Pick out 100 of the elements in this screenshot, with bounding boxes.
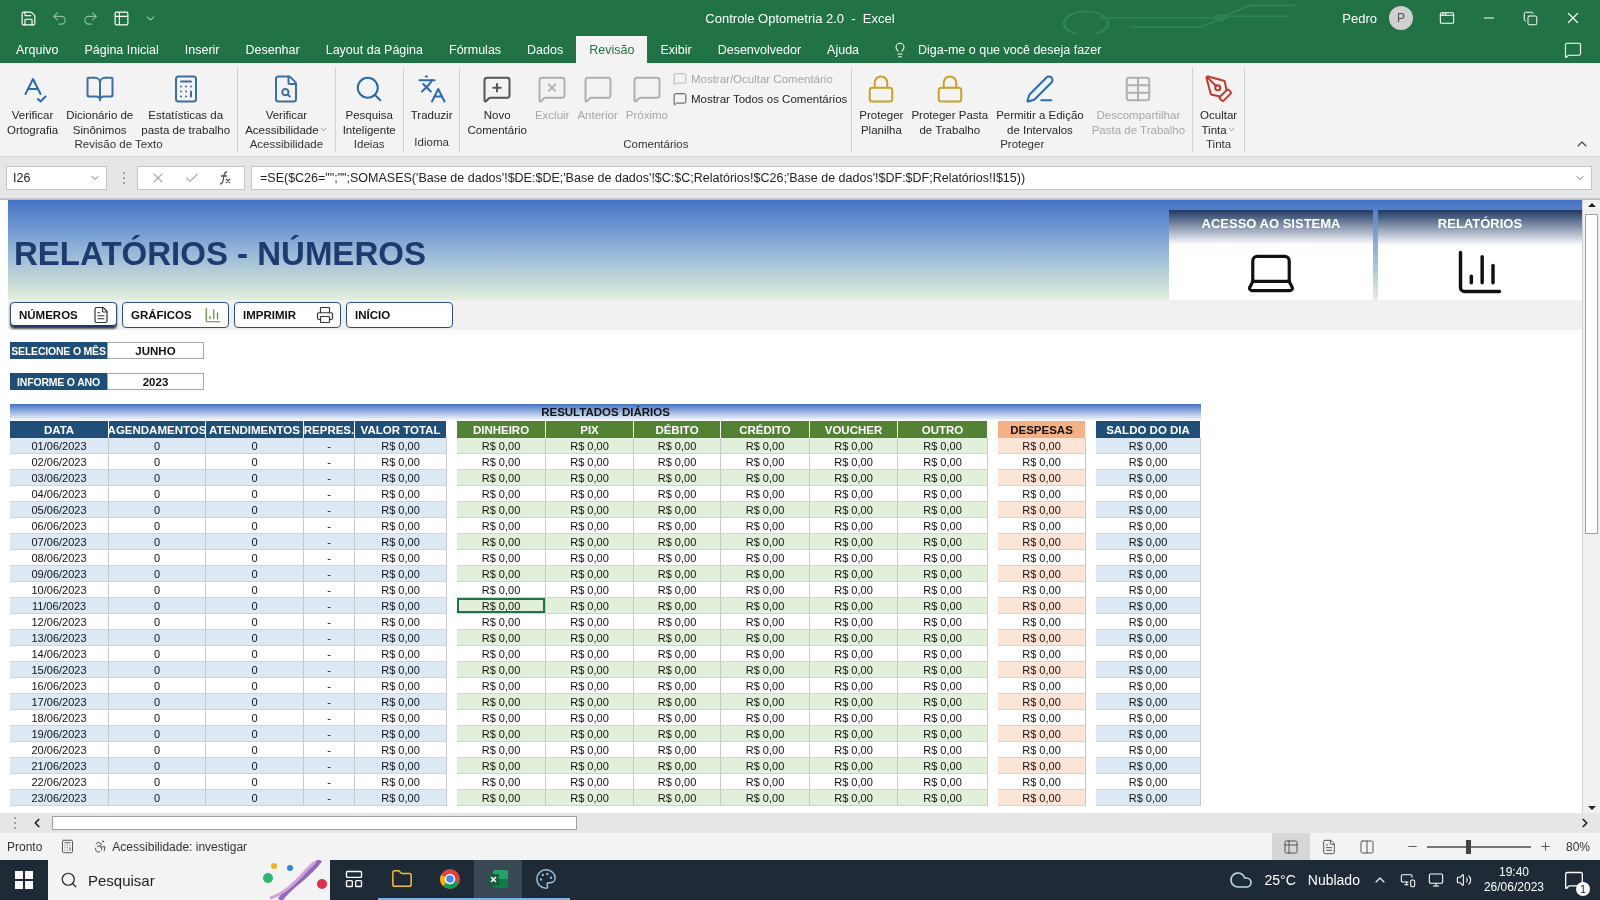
menu-tab[interactable]: Arquivo: [3, 36, 72, 63]
redo-icon[interactable]: [82, 9, 99, 27]
drag-handle-icon[interactable]: [121, 170, 127, 185]
folder-icon[interactable]: [391, 868, 413, 890]
search-icon[interactable]: [60, 871, 78, 889]
menu-tab[interactable]: Revisão: [576, 36, 648, 63]
ribbon-button[interactable]: Novo Comentário: [464, 70, 530, 138]
table-cell: R$ 0,00: [1096, 486, 1201, 502]
table-cell: R$ 0,00: [810, 454, 898, 470]
menu-tab[interactable]: Dados: [514, 36, 577, 63]
palette-icon[interactable]: [535, 868, 557, 890]
group-label: Comentários: [622, 138, 690, 152]
nav-button[interactable]: NÚMEROS: [10, 302, 117, 328]
drag-handle-icon[interactable]: [12, 816, 18, 830]
table-cell: -: [304, 710, 355, 726]
volume-icon[interactable]: [1455, 872, 1472, 888]
table-cell: 06/06/2023: [10, 518, 109, 534]
accessibility-status[interactable]: Acessibilidade: investigar: [112, 839, 248, 854]
normal-view-icon[interactable]: [1282, 838, 1299, 855]
table-cell: 0: [109, 774, 206, 790]
table-cell: -: [304, 790, 355, 806]
input-field[interactable]: JUNHO: [107, 342, 204, 359]
name-box[interactable]: I26: [6, 165, 107, 190]
restore-icon[interactable]: [1523, 10, 1538, 26]
clock-time[interactable]: 19:40: [1498, 865, 1529, 880]
menu-tab[interactable]: Desenhar: [232, 36, 313, 63]
tell-me-field[interactable]: Diga-me o que você deseja fazer: [918, 42, 1102, 57]
function-icon[interactable]: [218, 170, 232, 185]
table-cell: R$ 0,00: [898, 774, 988, 790]
scroll-thumb[interactable]: [52, 816, 577, 830]
device-icon[interactable]: [1399, 872, 1416, 888]
page-layout-icon[interactable]: [1320, 838, 1337, 855]
table-cell: 0: [206, 790, 304, 806]
ribbon-display-icon[interactable]: [1439, 10, 1455, 26]
nav-button[interactable]: GRÁFICOS: [122, 302, 229, 328]
ribbon-button[interactable]: Ocultar Tinta: [1197, 70, 1241, 138]
ribbon-button[interactable]: Verificar Ortografia: [4, 70, 62, 138]
windows-icon[interactable]: [15, 871, 33, 889]
table-cell: -: [304, 614, 355, 630]
comment-icon[interactable]: [1564, 40, 1582, 59]
temperature[interactable]: 25°C: [1264, 872, 1296, 888]
menu-tab[interactable]: Ajuda: [814, 36, 873, 63]
menu-tab[interactable]: Página Inicial: [71, 36, 172, 63]
table-cell: R$ 0,00: [998, 566, 1086, 582]
table-icon[interactable]: [113, 9, 130, 27]
table-cell: R$ 0,00: [634, 662, 721, 678]
ribbon-button[interactable]: Estatísticas da pasta de trabalho: [138, 70, 234, 138]
table-cell: 21/06/2023: [10, 758, 109, 774]
input-field[interactable]: 2023: [107, 373, 204, 390]
save-icon[interactable]: [20, 9, 37, 27]
search-field[interactable]: Pesquisar: [48, 860, 330, 900]
network-icon[interactable]: [1427, 872, 1444, 888]
column-header: REPRES.: [304, 421, 355, 438]
weather-condition[interactable]: Nublado: [1307, 872, 1360, 888]
nav-button[interactable]: IMPRIMIR: [234, 302, 341, 328]
zoom-thumb[interactable]: [1466, 839, 1472, 854]
table-cell: 13/06/2023: [10, 630, 109, 646]
table-cell: R$ 0,00: [355, 582, 447, 598]
browser-icon[interactable]: [439, 868, 461, 890]
zoom-in-icon[interactable]: [1538, 840, 1552, 853]
accessibility-icon[interactable]: [93, 839, 109, 854]
menu-tab[interactable]: Inserir: [171, 36, 233, 63]
nav-button[interactable]: INÍCIO: [346, 302, 453, 328]
formula-field[interactable]: =SE($C26="";"";SOMASES('Base de dados'!$DE:$DE;'Base de dados'!$C:$C;Relatórios!$C26;'Base de dados'!$DF:$DF;Relatórios!I$15)): [251, 165, 1592, 190]
shortcut-card[interactable]: RELATÓRIOS: [1378, 210, 1582, 300]
zoom-level[interactable]: 80%: [1565, 839, 1590, 854]
menu-tab[interactable]: Fórmulas: [436, 36, 515, 63]
table-cell: 0: [109, 662, 206, 678]
ribbon-button[interactable]: Proteger Planilha: [856, 70, 907, 138]
table-cell: R$ 0,00: [898, 534, 988, 550]
table-cell: R$ 0,00: [898, 582, 988, 598]
menu-tab[interactable]: Layout da Página: [312, 36, 436, 63]
table-cell: R$ 0,00: [1096, 742, 1201, 758]
ribbon-button[interactable]: Dicionário de Sinônimos: [63, 70, 137, 138]
scroll-thumb[interactable]: [1585, 214, 1598, 534]
table-cell: R$ 0,00: [721, 694, 810, 710]
clock-date[interactable]: 26/06/2023: [1483, 880, 1544, 895]
table-cell: R$ 0,00: [355, 774, 447, 790]
calculator-icon[interactable]: [60, 839, 76, 854]
ribbon-button[interactable]: Proteger Pasta de Trabalho: [908, 70, 992, 138]
table-cell: 09/06/2023: [10, 566, 109, 582]
undo-icon[interactable]: [51, 9, 68, 27]
task-view-icon[interactable]: [344, 869, 364, 889]
ribbon-button[interactable]: Traduzir: [407, 70, 456, 123]
ribbon-button[interactable]: Verificar Acessibilidade: [242, 70, 331, 138]
group-label: Tinta: [1205, 138, 1233, 152]
shortcut-card[interactable]: ACESSO AO SISTEMA: [1169, 210, 1373, 300]
ribbon-button[interactable]: Mostrar Todos os Comentários: [672, 92, 848, 106]
spreadsheet-app-icon[interactable]: [487, 868, 509, 890]
table-cell: R$ 0,00: [721, 470, 810, 486]
table-cell: R$ 0,00: [810, 726, 898, 742]
table-cell: 0: [206, 678, 304, 694]
ribbon-button[interactable]: Permitir a Edição de Intervalos: [993, 70, 1087, 138]
menu-tab[interactable]: Desenvolvedor: [704, 36, 815, 63]
table-cell: R$ 0,00: [634, 790, 721, 806]
avatar[interactable]: P: [1389, 6, 1413, 30]
page-break-icon[interactable]: [1358, 838, 1375, 855]
view-button[interactable]: [1271, 833, 1310, 860]
ribbon-button[interactable]: Pesquisa Inteligente: [339, 70, 399, 138]
menu-tab[interactable]: Exibir: [647, 36, 705, 63]
